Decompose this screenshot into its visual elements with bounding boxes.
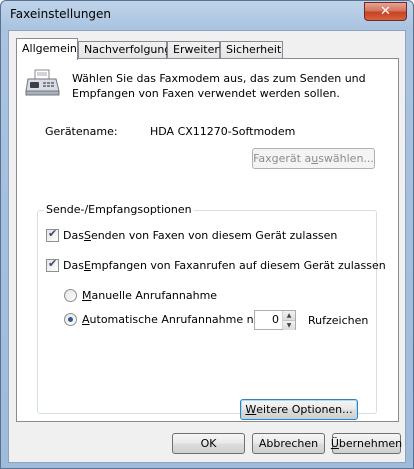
radio-circle[interactable] (64, 313, 77, 326)
radio-text: anuelle Anrufannahme (91, 289, 218, 302)
tab-label: Nachverfolgung (84, 43, 172, 56)
button-accesskey: W (245, 403, 257, 416)
close-icon: ✕ (380, 4, 391, 19)
general-tab-panel: Wählen Sie das Faxmodem aus, das zum Sen… (16, 58, 399, 422)
rings-value[interactable]: 0 (255, 311, 282, 329)
checkbox-accesskey: S (83, 229, 91, 242)
button-text: swählen... (318, 152, 374, 165)
fax-machine-icon (25, 69, 60, 96)
cancel-button[interactable]: Abbrechen (252, 433, 325, 454)
tab-erweitert[interactable]: Erweitert (167, 41, 224, 59)
checkbox-box[interactable] (46, 227, 59, 242)
button-text: Faxgerät a (253, 152, 312, 165)
close-button[interactable]: ✕ (364, 2, 407, 21)
title-bar[interactable]: Faxeinstellungen ✕ (1, 1, 413, 29)
tab-allgemein[interactable]: Allgemein (16, 38, 78, 60)
spin-down-icon[interactable]: ▼ (283, 321, 295, 330)
manual-answer-radio[interactable]: Manuelle Anrufannahme (64, 289, 217, 302)
dialog-client-area: Allgemein Nachverfolgung Erweitert Siche… (8, 30, 406, 463)
spin-up-icon[interactable]: ▲ (283, 311, 295, 321)
tab-sicherheit[interactable]: Sicherheit (220, 41, 283, 59)
rings-label: Rufzeichen (308, 314, 369, 327)
select-fax-device-button[interactable]: Faxgerät a u swählen... (252, 148, 375, 169)
checkbox-text: Das (63, 229, 84, 242)
button-accesskey: Ü (330, 437, 339, 450)
checkbox-box[interactable] (46, 257, 59, 272)
intro-text: Wählen Sie das Faxmodem aus, das zum Sen… (72, 72, 366, 100)
tab-nachverfolgung[interactable]: Nachverfolgung (78, 41, 171, 59)
checkbox-accesskey: E (83, 259, 91, 272)
spinner-arrows: ▲ ▼ (282, 311, 295, 330)
device-name-label: Gerätename: (45, 125, 118, 138)
checkbox-text: Das (63, 259, 84, 272)
window-title: Faxeinstellungen (10, 7, 112, 21)
button-accesskey: u (311, 152, 319, 165)
tab-label: Erweitert (173, 43, 224, 56)
apply-button[interactable]: Übernehmen (330, 433, 403, 454)
checkbox-text: mpfangen von Faxanrufen auf diesem Gerät… (90, 259, 386, 272)
more-options-button[interactable]: Weitere Optionen... (240, 399, 358, 420)
allow-send-checkbox[interactable]: Das Senden von Faxen von diesem Gerät zu… (46, 227, 338, 242)
group-title: Sende-/Empfangsoptionen (44, 203, 194, 216)
radio-circle[interactable] (64, 289, 77, 302)
radio-accesskey: M (82, 289, 92, 302)
send-receive-options-group: Sende-/Empfangsoptionen Das Senden von F… (37, 203, 386, 420)
tab-label: Allgemein (22, 42, 77, 55)
tab-label: Sicherheit (226, 43, 282, 56)
radio-accesskey: A (82, 313, 90, 326)
rings-spinner[interactable]: 0 ▲ ▼ (254, 310, 296, 330)
device-name-value: HDA CX11270-Softmodem (150, 125, 296, 138)
fax-settings-window: Faxeinstellungen ✕ Allgemein Nachverfolg… (0, 0, 414, 469)
checkbox-text: enden von Faxen von diesem Gerät zulasse… (90, 229, 338, 242)
radio-text: utomatische Anrufannahme nach (89, 313, 274, 326)
button-text: bernehmen (338, 437, 403, 450)
auto-answer-radio[interactable]: Automatische Anrufannahme nach (64, 313, 273, 326)
ok-button[interactable]: OK (172, 433, 245, 454)
allow-receive-checkbox[interactable]: Das Empfangen von Faxanrufen auf diesem … (46, 257, 386, 272)
button-text: eitere Optionen... (256, 403, 353, 416)
